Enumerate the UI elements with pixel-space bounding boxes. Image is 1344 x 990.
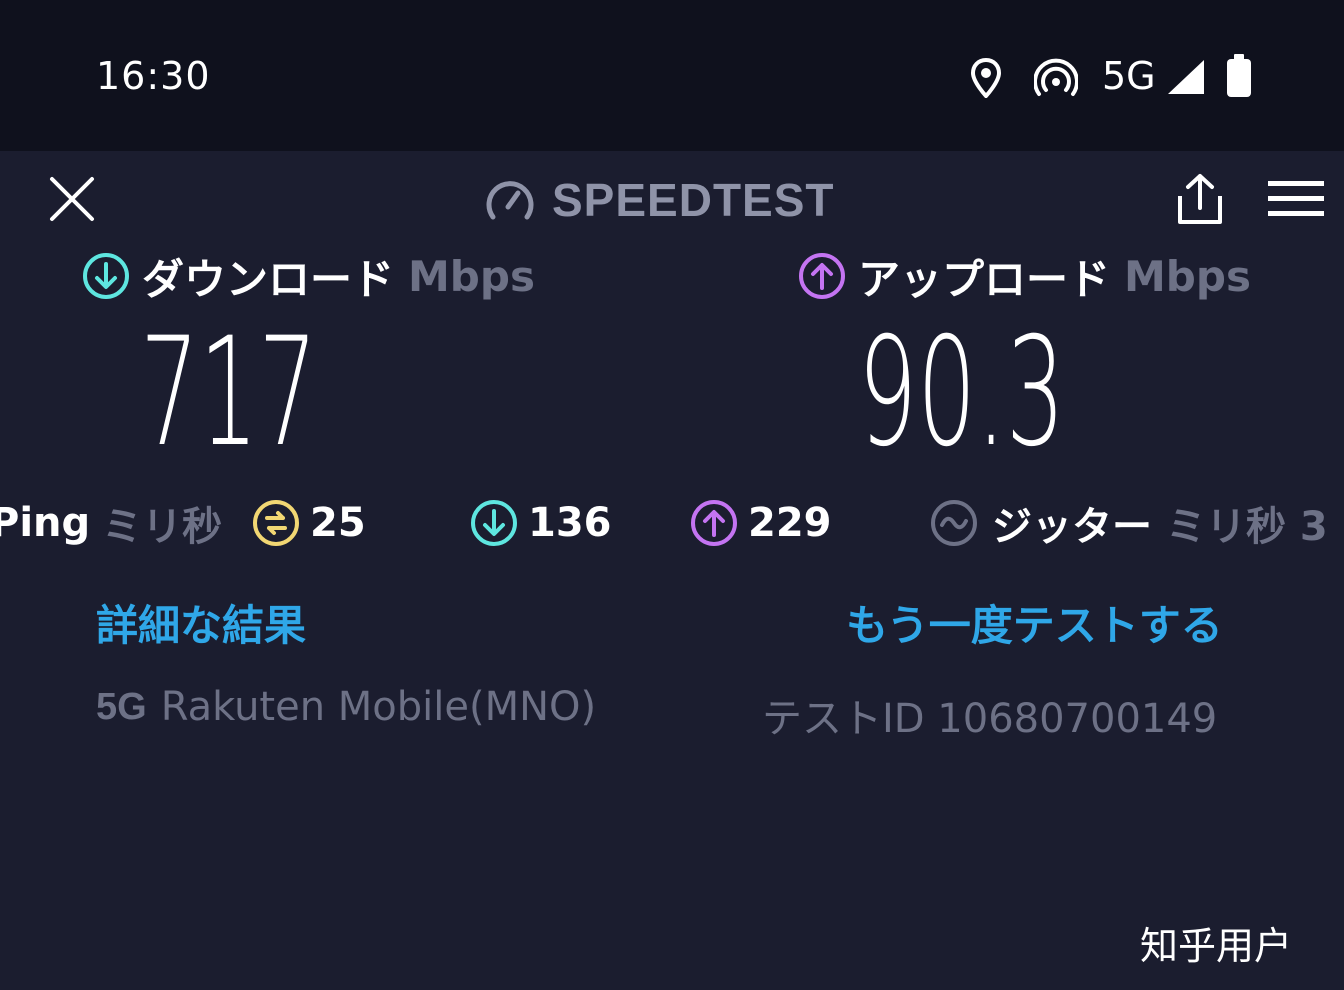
download-label: ダウンロード	[142, 254, 395, 304]
ping-upload-stat: 229	[690, 493, 832, 553]
status-time: 16:30	[96, 54, 211, 98]
hotspot-icon	[1034, 58, 1078, 98]
network-type: 5G	[1102, 54, 1156, 98]
provider-name: Rakuten Mobile(MNO)	[160, 684, 597, 730]
menu-icon	[1268, 181, 1324, 216]
ping-download-stat: 136	[470, 493, 612, 553]
speedtest-logo: SPEEDTEST	[484, 172, 835, 228]
detailed-results-link[interactable]: 詳細な結果	[96, 592, 306, 653]
upload-unit: Mbps	[1124, 251, 1251, 301]
speedometer-icon	[484, 177, 536, 223]
ping-unit: ミリ秒	[102, 504, 223, 550]
retest-link[interactable]: もう一度テストする	[846, 592, 1223, 653]
ping-stat: Ping ミリ秒	[0, 493, 222, 553]
network-badge: 5G	[96, 685, 147, 728]
menu-button[interactable]	[1268, 180, 1324, 218]
jitter-label: ジッター	[992, 504, 1152, 550]
upload-latency-icon	[690, 499, 738, 547]
idle-latency-icon	[252, 499, 300, 547]
ping-download-value: 136	[528, 500, 612, 546]
close-icon	[50, 177, 94, 221]
download-arrow-icon	[82, 252, 130, 300]
jitter-stat: ジッター ミリ秒 3	[930, 493, 1344, 553]
close-button[interactable]	[48, 175, 96, 223]
upload-label: アップロード	[858, 254, 1111, 304]
battery-icon	[1226, 54, 1252, 98]
download-header: ダウンロード Mbps	[82, 246, 535, 306]
jitter-unit: ミリ秒 3	[1166, 504, 1328, 550]
signal-icon	[1166, 58, 1206, 96]
upload-value: 90.3	[858, 306, 1066, 480]
ping-upload-value: 229	[748, 500, 832, 546]
download-value: 717	[140, 306, 318, 480]
jitter-icon	[930, 499, 978, 547]
download-latency-icon	[470, 499, 518, 547]
share-icon	[1178, 174, 1222, 224]
ping-label: Ping	[0, 500, 91, 546]
upload-header: アップロード Mbps	[798, 246, 1251, 306]
download-unit: Mbps	[408, 251, 535, 301]
network-provider: 5G Rakuten Mobile(MNO)	[96, 684, 596, 730]
test-id: テストID 10680700149	[762, 696, 1218, 742]
status-bar: 16:30 5G	[0, 0, 1344, 151]
ping-idle-stat: 25	[252, 493, 366, 553]
ping-idle-value: 25	[310, 500, 366, 546]
upload-arrow-icon	[798, 252, 846, 300]
watermark: 知乎用户	[1140, 924, 1293, 968]
share-button[interactable]	[1174, 172, 1226, 226]
brand-title: SPEEDTEST	[552, 174, 835, 226]
location-icon	[970, 58, 1002, 98]
